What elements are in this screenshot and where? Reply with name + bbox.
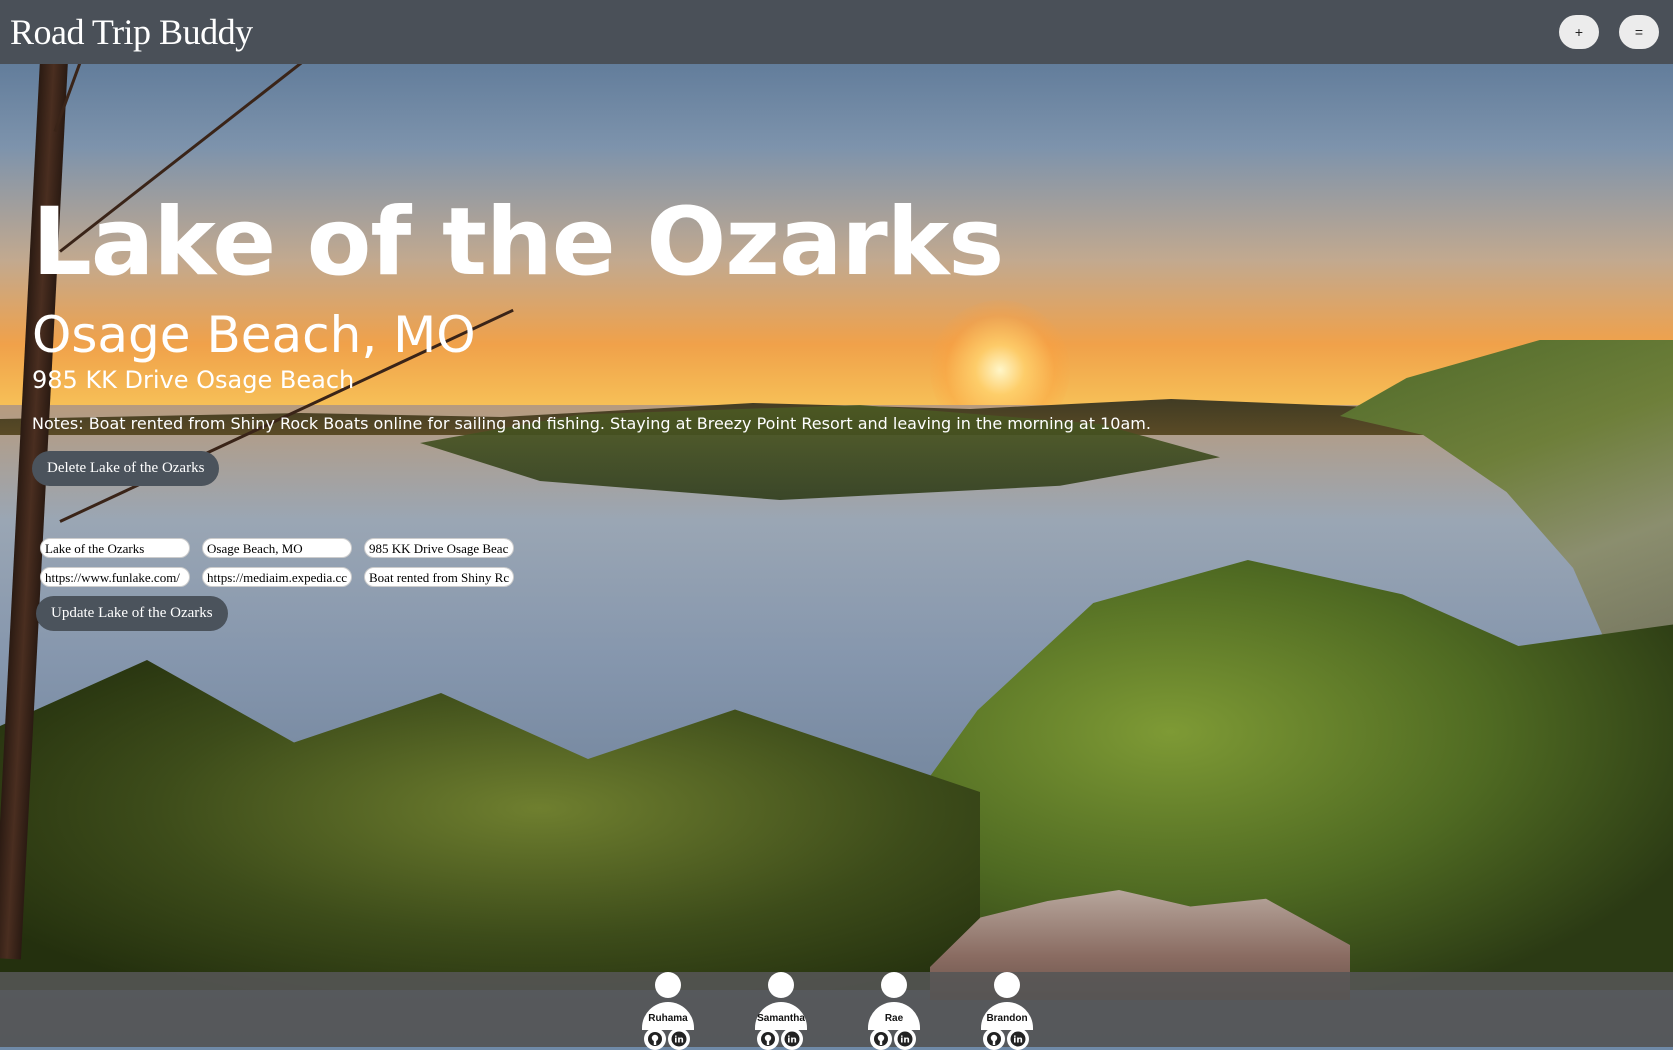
member-name: Rae [884,1013,904,1024]
top-navbar: Road Trip Buddy + = [0,0,1673,64]
delete-trip-button[interactable]: Delete Lake of the Ozarks [32,451,220,486]
city-input[interactable]: Osage Beach, MO [202,538,352,558]
team-member: Brandon in [979,972,1035,1050]
form-row: https://www.funlake.com/ https://mediaim… [40,567,514,587]
trip-details: Lake of the Ozarks Osage Beach, MO 985 K… [32,196,1151,486]
avatar-icon [881,972,907,998]
avatar-icon [994,972,1020,998]
form-row: Lake of the Ozarks Osage Beach, MO 985 K… [40,538,514,558]
trip-address: 985 KK Drive Osage Beach [32,366,355,394]
trip-city: Osage Beach, MO [32,306,476,364]
team-member: Samantha in [753,972,809,1050]
website-input[interactable]: https://www.funlake.com/ [40,567,190,587]
brand-logo[interactable]: Road Trip Buddy [10,11,253,53]
header-actions: + = [1559,15,1659,49]
avatar-icon [655,972,681,998]
svg-text:in: in [674,1036,684,1046]
image-url-input[interactable]: https://mediaim.expedia.cc [202,567,352,587]
team-members: Ruhama in Samantha in Rae in Brandon in [640,972,1035,1050]
svg-text:in: in [900,1036,910,1046]
notes-input[interactable]: Boat rented from Shiny Rc [364,567,514,587]
update-trip-form: Lake of the Ozarks Osage Beach, MO 985 K… [36,538,514,631]
member-name: Brandon [986,1013,1028,1024]
name-input[interactable]: Lake of the Ozarks [40,538,190,558]
add-trip-button[interactable]: + [1559,15,1599,49]
menu-button[interactable]: = [1619,15,1659,49]
member-name: Ruhama [648,1013,688,1024]
background-landscape-image [0,0,1673,1047]
svg-text:in: in [787,1036,797,1046]
svg-text:in: in [1013,1036,1023,1046]
footer: Ruhama in Samantha in Rae in Brandon in [0,972,1673,1050]
trip-notes: Notes: Boat rented from Shiny Rock Boats… [32,414,1151,433]
team-member: Rae in [866,972,922,1050]
team-member: Ruhama in [640,972,696,1050]
address-input[interactable]: 985 KK Drive Osage Beac [364,538,514,558]
update-trip-button[interactable]: Update Lake of the Ozarks [36,596,228,631]
member-name: Samantha [757,1013,805,1024]
trip-title: Lake of the Ozarks [32,188,1004,297]
avatar-icon [768,972,794,998]
